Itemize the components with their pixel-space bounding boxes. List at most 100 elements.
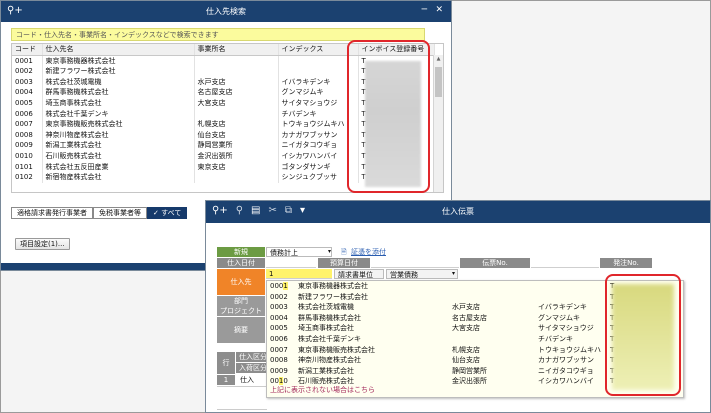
table-row[interactable]: 0008 神奈川物産株式会社 仙台支店 カナガワブッサン	[267, 355, 607, 366]
cell-code: 0003	[270, 303, 288, 312]
table-row[interactable]: 0005 埼玉商事株式会社 大宮支店 サイタマショウジ	[267, 323, 607, 334]
cell-code: 0010	[12, 150, 43, 162]
row-header: 行	[217, 352, 235, 374]
cell-code: 0004	[12, 87, 43, 98]
close-icon[interactable]: ✕	[435, 5, 443, 15]
cell-index: グンマジムキ	[278, 87, 359, 98]
item-settings-button[interactable]: 項目設定(1)...	[15, 238, 70, 250]
cell-office: 金沢出張所	[452, 377, 487, 386]
cell-name: 東京事務機販売株式会社	[298, 345, 375, 354]
slip-window-titlebar: ⚲+ ⚲ ▤ ✂ ⧉ ▾ 仕入伝票	[206, 201, 710, 223]
cell-index: イシカワハンバイ	[278, 150, 359, 162]
cell-name: 株式会社茨城電機	[42, 76, 195, 88]
cell-code: 0007	[12, 119, 43, 130]
filter-tax-exempt[interactable]: 免税事業者等	[93, 207, 147, 219]
purchase-section-header: 仕入区分	[236, 352, 270, 362]
column-header-name[interactable]: 仕入先名	[42, 44, 195, 56]
cell-code: 0004	[270, 313, 288, 322]
vertical-scrollbar[interactable]: ▲	[433, 55, 443, 192]
cell-office	[194, 172, 279, 183]
new-label[interactable]: 新規	[217, 247, 265, 257]
scheduled-date-label: 預算日付	[318, 258, 370, 268]
table-row[interactable]: 0001 東京事務機器株式会社	[267, 281, 607, 292]
search-window-title: 仕入先検索	[206, 7, 246, 16]
cell-index: ニイガタコウギョ	[538, 366, 594, 375]
supplier-input[interactable]: 1	[266, 269, 332, 279]
table-row[interactable]: 0004 群馬事務機株式会社 名古屋支店 グンマジムキ	[267, 313, 607, 324]
cell-name: 新宿物産株式会社	[42, 172, 195, 183]
invoice-column-highlight	[347, 40, 430, 193]
cell-office: 大宮支店	[194, 97, 279, 109]
department-label: 部門	[217, 296, 265, 306]
cell-office	[194, 55, 279, 67]
stock-section-header: 入荷区分	[236, 363, 270, 373]
table-row[interactable]: 0003 株式会社茨城電機 水戸支店 イバラキデンキ	[267, 302, 607, 313]
summary-label: 摘要	[217, 317, 265, 343]
cell-name: 東京事務機販売株式会社	[42, 119, 195, 130]
chevron-down-icon[interactable]: ▾	[328, 248, 331, 255]
cell-office	[194, 108, 279, 120]
table-row[interactable]: 0007 東京事務機販売株式会社 札幌支店 トウキョウジムキハ	[267, 345, 607, 356]
filter-all[interactable]: ✓ すべて	[147, 207, 188, 219]
column-header-code[interactable]: コード	[12, 44, 43, 56]
cell-code: 0002	[270, 292, 288, 301]
cell-name: 東京事務機器株式会社	[298, 282, 368, 290]
chevron-down-icon[interactable]: ▾	[452, 270, 455, 277]
cell-code: 0001	[12, 55, 43, 67]
cell-index	[278, 55, 359, 67]
minimize-icon[interactable]: ─	[422, 5, 427, 15]
cell-name: 新潟工業株式会社	[42, 140, 195, 151]
scrollbar-thumb[interactable]	[435, 67, 442, 97]
cell-name: 株式会社千葉デンキ	[42, 108, 195, 120]
cell-office: 札幌支店	[194, 119, 279, 130]
not-shown-link[interactable]: 上記に表示されない場合はこちら	[270, 385, 375, 395]
cell-index: トウキョウジムキハ	[538, 345, 601, 354]
cell-name: 群馬事務機株式会社	[42, 87, 195, 98]
cell-code: 0005	[270, 324, 288, 333]
attach-link[interactable]: 証憑を添付	[351, 247, 386, 257]
cell-name: 石川販売株式会社	[42, 150, 195, 162]
cell-code: 0006	[12, 108, 43, 120]
billing-unit-select[interactable]: 請求書単位	[334, 269, 384, 279]
cell-code: 0005	[12, 97, 43, 109]
cell-office: 水戸支店	[452, 303, 480, 312]
cell-office: 名古屋支店	[452, 313, 487, 322]
search-window-titlebar: ⚲+ 仕入先検索 ─ ✕	[1, 1, 451, 22]
cell-office: 仙台支店	[194, 129, 279, 141]
cell-index: サイタマショウジ	[278, 97, 359, 109]
cell-office: 静岡営業所	[194, 140, 279, 151]
cell-index: グンマジムキ	[538, 313, 580, 322]
cell-index: ニイガタコウギョ	[278, 140, 359, 151]
cell-index: シンジュクブッサ	[278, 172, 359, 183]
cell-name: 埼玉商事株式会社	[298, 324, 354, 333]
scheduled-date-field[interactable]	[371, 258, 459, 268]
cell-index: サイタマショウジ	[538, 324, 594, 333]
cell-office: 東京支店	[194, 161, 279, 173]
cell-code: 0008	[270, 356, 288, 365]
row-1-kind[interactable]: 仕入	[240, 375, 254, 385]
table-row[interactable]: 0009 新潟工業株式会社 静岡営業所 ニイガタコウギョ	[267, 366, 607, 377]
cell-index: カナガワブッサン	[538, 356, 594, 365]
cell-office: 仙台支店	[452, 356, 480, 365]
table-row[interactable]: 0006 株式会社千葉デンキ チバデンキ	[267, 334, 607, 345]
purchase-date-field[interactable]	[266, 258, 316, 268]
purchase-date-label: 仕入日付	[217, 258, 265, 268]
column-header-index[interactable]: インデックス	[278, 44, 359, 56]
cell-name: 株式会社茨城電機	[298, 303, 354, 312]
cell-office: 名古屋支店	[194, 87, 279, 98]
cell-office	[449, 281, 535, 292]
order-no-label: 発注No.	[600, 258, 652, 268]
slip-no-field[interactable]	[531, 258, 599, 268]
cell-index: カナガワブッサン	[278, 129, 359, 141]
cell-office: 金沢出張所	[194, 150, 279, 162]
column-header-office[interactable]: 事業所名	[194, 44, 279, 56]
business-debt-select[interactable]: 営業債務	[386, 269, 458, 279]
filter-qualified-issuer[interactable]: 適格請求書発行事業者	[11, 207, 93, 219]
scroll-up-icon[interactable]: ▲	[434, 56, 443, 62]
cell-name: 株式会社五反田産業	[42, 161, 195, 173]
cell-name: 神奈川物産株式会社	[42, 129, 195, 141]
table-row[interactable]: 0002 新建フラワー株式会社	[267, 292, 607, 303]
cell-code: 0008	[12, 129, 43, 141]
mode-select[interactable]: 債務計上	[266, 247, 332, 257]
cell-index	[535, 292, 607, 303]
